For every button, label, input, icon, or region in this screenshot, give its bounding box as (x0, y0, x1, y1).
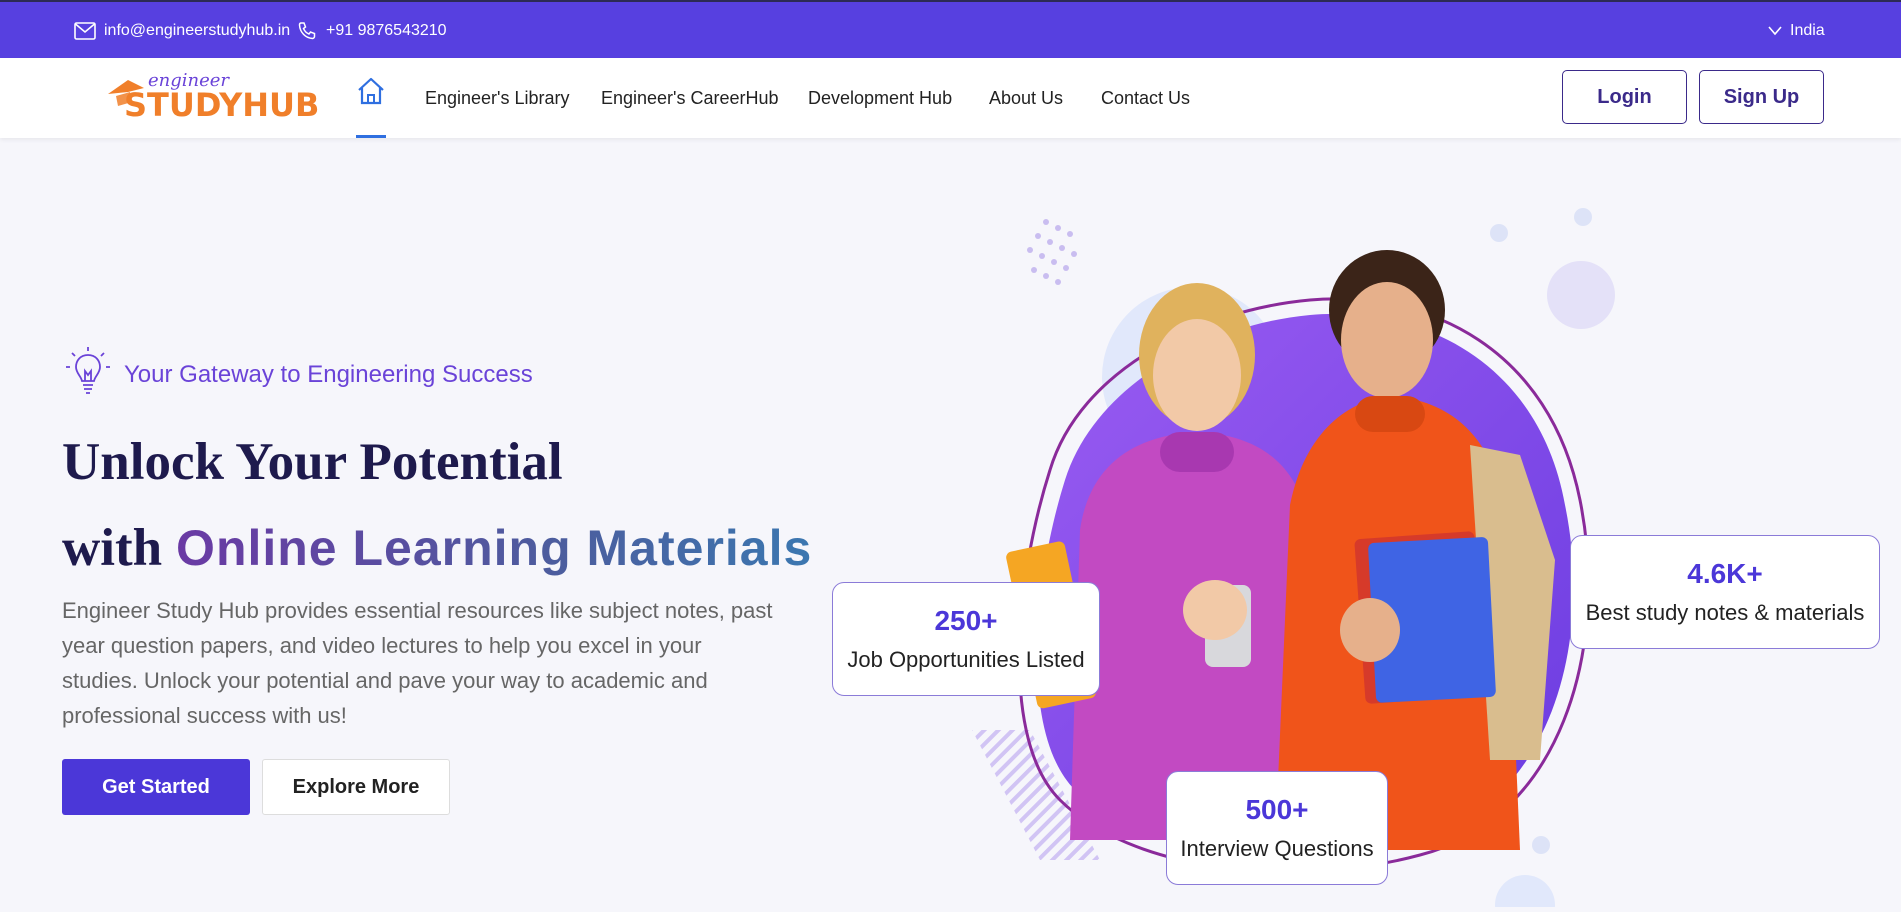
explore-more-button[interactable]: Explore More (262, 759, 450, 815)
nav-engineers-careerhub[interactable]: Engineer's CareerHub (601, 58, 779, 138)
stat-label: Job Opportunities Listed (847, 647, 1085, 672)
stat-label: Best study notes & materials (1585, 600, 1865, 625)
top-contact-bar: info@engineerstudyhub.in +91 9876543210 … (0, 0, 1901, 58)
phone-text: +91 9876543210 (326, 22, 447, 39)
nav-development-hub[interactable]: Development Hub (808, 58, 952, 138)
mail-icon (74, 22, 96, 40)
get-started-button[interactable]: Get Started (62, 759, 250, 815)
hero-tagline: Your Gateway to Engineering Success (62, 345, 533, 404)
main-navbar: engineer STUDYHUB Engineer's Library Eng… (0, 58, 1901, 138)
active-nav-indicator (356, 135, 386, 138)
hero-description: Engineer Study Hub provides essential re… (62, 598, 773, 728)
chevron-down-icon (1768, 26, 1782, 36)
email-text: info@engineerstudyhub.in (104, 22, 291, 39)
stat-value: 4.6K+ (1687, 558, 1763, 589)
stat-value: 250+ (934, 605, 998, 636)
nav-contact-us[interactable]: Contact Us (1101, 58, 1190, 138)
hero-title-with: with (62, 519, 163, 577)
region-selector[interactable]: India (1768, 2, 1825, 60)
nav-about-us[interactable]: About Us (989, 58, 1063, 138)
site-logo[interactable]: engineer STUDYHUB (106, 68, 319, 130)
phone-icon (296, 21, 318, 41)
hero-title-highlight: Online Learning Materials (176, 520, 813, 576)
home-icon[interactable] (356, 76, 386, 106)
stat-card-interview: 500+ Interview Questions (1166, 771, 1388, 885)
hero-title-line1: Unlock Your Potential (62, 433, 563, 491)
nav-engineers-library[interactable]: Engineer's Library (425, 58, 570, 138)
lightbulb-icon (62, 345, 114, 404)
login-button[interactable]: Login (1562, 70, 1687, 124)
signup-button[interactable]: Sign Up (1699, 70, 1824, 124)
email-contact[interactable]: info@engineerstudyhub.in (74, 2, 290, 60)
stat-label: Interview Questions (1180, 836, 1374, 861)
hero-title-line2: with Online Learning Materials (62, 518, 812, 578)
tagline-text: Your Gateway to Engineering Success (124, 360, 533, 388)
region-text: India (1790, 22, 1825, 39)
stat-card-jobs: 250+ Job Opportunities Listed (832, 582, 1100, 696)
stat-card-notes: 4.6K+ Best study notes & materials (1570, 535, 1880, 649)
logo-big-text: STUDYHUB (124, 86, 320, 124)
phone-contact[interactable]: +91 9876543210 (296, 2, 447, 60)
stat-value: 500+ (1245, 794, 1309, 825)
